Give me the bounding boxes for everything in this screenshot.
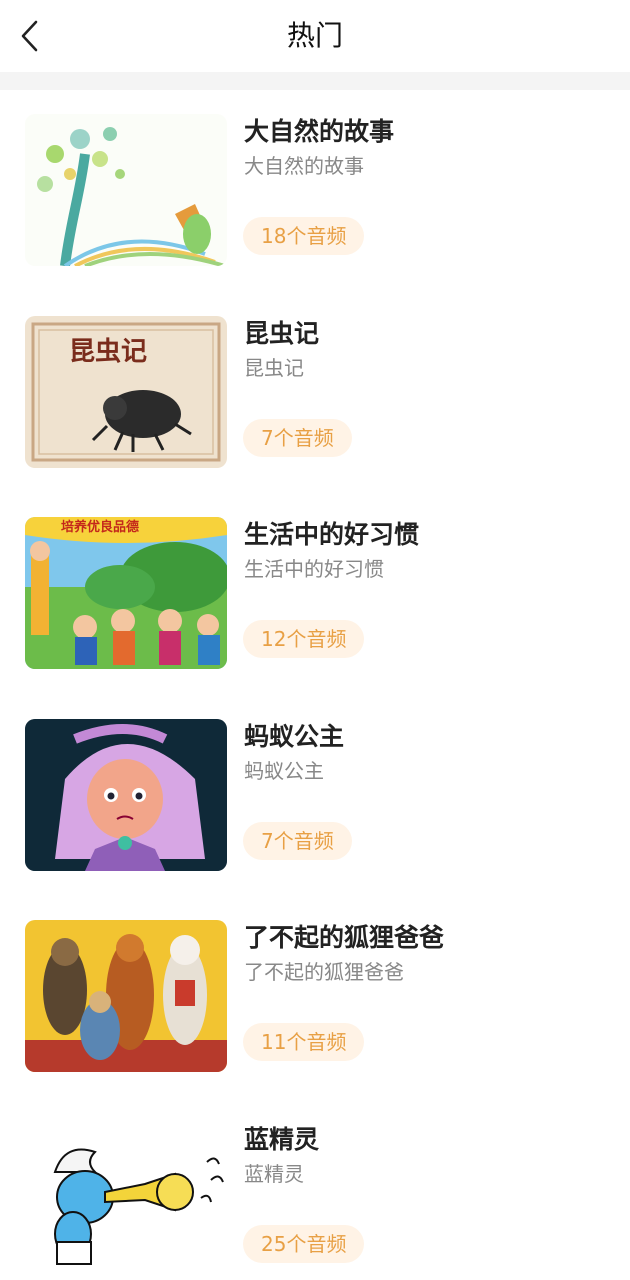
list-item[interactable]: 培养优良品德 生活中的好习惯 生活中的好习惯 12个音频 <box>0 499 630 701</box>
audio-count-badge: 18个音频 <box>243 217 365 255</box>
list-item[interactable]: 了不起的狐狸爸爸 了不起的狐狸爸爸 11个音频 <box>0 902 630 1104</box>
album-subtitle: 昆虫记 <box>244 355 304 380</box>
album-subtitle: 蚂蚁公主 <box>244 758 324 783</box>
album-title: 生活中的好习惯 <box>244 520 420 549</box>
section-divider <box>0 72 630 90</box>
album-subtitle: 大自然的故事 <box>244 154 364 178</box>
album-cover-image <box>25 718 227 871</box>
page-title: 热门 <box>286 19 343 52</box>
album-title: 蓝精灵 <box>244 1124 320 1154</box>
album-title: 了不起的狐狸爸爸 <box>244 923 445 952</box>
list-item[interactable]: 蓝精灵 蓝精灵 25个音频 <box>0 1104 630 1280</box>
cover-banner-text: 培养优良品德 <box>61 519 139 535</box>
album-title: 大自然的故事 <box>244 117 395 146</box>
album-cover-image <box>25 1121 227 1274</box>
list-item[interactable]: 大自然的故事 大自然的故事 18个音频 <box>0 96 630 298</box>
audio-count-badge: 7个音频 <box>243 821 352 860</box>
audio-count-badge: 7个音频 <box>243 418 352 457</box>
album-list: 大自然的故事 大自然的故事 18个音频 昆虫记 昆虫记 昆虫记 7个音频 培养优… <box>0 90 630 1280</box>
album-title: 蚂蚁公主 <box>244 721 345 751</box>
album-cover-image <box>25 920 227 1072</box>
album-subtitle: 生活中的好习惯 <box>244 557 384 581</box>
audio-count-badge: 12个音频 <box>243 620 365 658</box>
audio-count-badge: 11个音频 <box>243 1023 365 1061</box>
cover-title-text: 昆虫记 <box>69 337 147 367</box>
audio-count-badge: 25个音频 <box>243 1224 365 1263</box>
list-item[interactable]: 蚂蚁公主 蚂蚁公主 7个音频 <box>0 701 630 903</box>
list-item[interactable]: 昆虫记 昆虫记 昆虫记 7个音频 <box>0 298 630 500</box>
album-title: 昆虫记 <box>244 318 320 348</box>
album-cover-image: 昆虫记 <box>25 315 227 468</box>
album-subtitle: 蓝精灵 <box>244 1161 304 1186</box>
album-cover-image <box>25 114 227 266</box>
album-subtitle: 了不起的狐狸爸爸 <box>244 960 404 984</box>
album-cover-image: 培养优良品德 <box>25 517 227 669</box>
header-bar: 热门 <box>0 0 630 72</box>
